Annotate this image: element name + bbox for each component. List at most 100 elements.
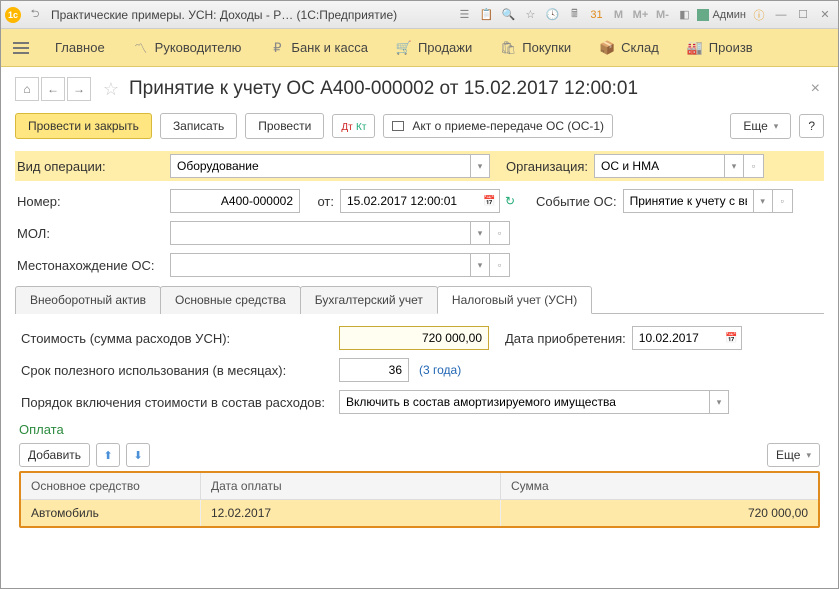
open-icon[interactable]: ▫ [490, 253, 510, 277]
event-input[interactable] [623, 189, 753, 213]
toolbar: Провести и закрыть Записать Провести Дт … [15, 113, 824, 139]
home-button[interactable]: ⌂ [15, 77, 39, 101]
calendar-icon[interactable]: 31 [587, 6, 605, 24]
factory-icon: 🏭 [687, 40, 703, 56]
op-type-input[interactable] [170, 154, 470, 178]
tab-accounting[interactable]: Бухгалтерский учет [300, 286, 438, 314]
location-label: Местонахождение ОС: [15, 258, 170, 273]
tool-icon[interactable]: 🔍 [499, 6, 517, 24]
row-mol: МОЛ: ▾ ▫ [15, 221, 824, 245]
tab-content-usn: Стоимость (сумма расходов УСН): Дата при… [15, 314, 824, 534]
cell-date: 12.02.2017 [201, 500, 501, 526]
include-input[interactable] [339, 390, 709, 414]
m-icon[interactable]: M- [653, 6, 671, 24]
printer-icon [392, 121, 404, 131]
help-button[interactable]: ? [799, 114, 824, 138]
payment-toolbar: Добавить ⬆ ⬇ Еще [19, 443, 820, 467]
save-button[interactable]: Записать [160, 113, 237, 139]
maximize-icon[interactable]: ☐ [794, 6, 812, 24]
title-bar: 1c ⮌ Практические примеры. УСН: Доходы -… [1, 1, 838, 29]
payment-section-title: Оплата [19, 422, 820, 437]
calculator-icon[interactable]: 🖩 [565, 6, 583, 24]
tab-tax-usn[interactable]: Налоговый учет (УСН) [437, 286, 592, 314]
col-sum[interactable]: Сумма [501, 473, 818, 499]
cost-label: Стоимость (сумма расходов УСН): [19, 331, 339, 346]
useful-life-input[interactable] [339, 358, 409, 382]
nav-sales[interactable]: 🛒Продажи [382, 29, 486, 67]
star-icon[interactable]: ☆ [99, 77, 123, 101]
tabs: Внеоборотный актив Основные средства Бух… [15, 285, 824, 314]
dropdown-icon[interactable]: ▾ [724, 154, 744, 178]
mol-label: МОЛ: [15, 226, 170, 241]
post-button[interactable]: Провести [245, 113, 324, 139]
col-asset[interactable]: Основное средство [21, 473, 201, 499]
event-label: Событие ОС: [520, 194, 623, 209]
acq-date-input[interactable] [632, 326, 722, 350]
move-up-button[interactable]: ⬆ [96, 443, 120, 467]
number-input[interactable] [170, 189, 300, 213]
dropdown-icon[interactable]: ▾ [470, 253, 490, 277]
date-input[interactable] [340, 189, 480, 213]
refresh-icon[interactable]: ↻ [500, 194, 520, 208]
minimize-icon[interactable]: — [772, 6, 790, 24]
print-act-button[interactable]: Акт о приеме-передаче ОС (ОС-1) [383, 114, 613, 138]
org-label: Организация: [490, 159, 594, 174]
nav-warehouse[interactable]: 📦Склад [585, 29, 673, 67]
nav-bank[interactable]: ₽Банк и касса [255, 29, 382, 67]
calendar-picker-icon[interactable]: 📅 [480, 189, 500, 213]
m-minus-icon[interactable]: M [609, 6, 627, 24]
dt-kt-button[interactable]: Дт Кт [332, 114, 375, 138]
row-location: Местонахождение ОС: ▾ ▫ [15, 253, 824, 277]
payment-table: Основное средство Дата оплаты Сумма Авто… [19, 471, 820, 528]
more-button[interactable]: Еще [730, 113, 791, 139]
col-date[interactable]: Дата оплаты [201, 473, 501, 499]
nav-production[interactable]: 🏭Произв [673, 29, 767, 67]
back-button[interactable]: ← [41, 77, 65, 101]
open-icon[interactable]: ▫ [490, 221, 510, 245]
dropdown-icon[interactable]: ▾ [753, 189, 773, 213]
row-useful-life: Срок полезного использования (в месяцах)… [19, 358, 820, 382]
org-input[interactable] [594, 154, 724, 178]
menu-button[interactable] [7, 34, 35, 62]
tool-icon[interactable]: ☰ [455, 6, 473, 24]
app-logo-icon: 1c [5, 7, 21, 23]
user-label[interactable]: Админ [697, 9, 746, 21]
open-icon[interactable]: ▫ [773, 189, 793, 213]
table-row[interactable]: Автомобиль 12.02.2017 720 000,00 [21, 500, 818, 526]
tab-fixed-assets[interactable]: Основные средства [160, 286, 301, 314]
m-plus-icon[interactable]: M+ [631, 6, 649, 24]
nav-manager[interactable]: 〽Руководителю [119, 29, 256, 67]
more-button[interactable]: Еще [767, 443, 820, 467]
tab-noncurrent-asset[interactable]: Внеоборотный актив [15, 286, 161, 314]
dropdown-icon[interactable]: ▾ [470, 221, 490, 245]
header-row: ⌂ ← → ☆ Принятие к учету ОС А400-000002 … [15, 77, 824, 101]
dropdown-icon[interactable]: ▾ [709, 390, 729, 414]
post-and-close-button[interactable]: Провести и закрыть [15, 113, 152, 139]
close-window-icon[interactable]: ✕ [816, 6, 834, 24]
nav-purchases[interactable]: 🛍Покупки [486, 29, 585, 67]
tool-icon[interactable]: 📋 [477, 6, 495, 24]
add-button[interactable]: Добавить [19, 443, 90, 467]
move-down-button[interactable]: ⬇ [126, 443, 150, 467]
location-input[interactable] [170, 253, 470, 277]
panels-icon[interactable]: ◧ [675, 6, 693, 24]
calendar-picker-icon[interactable]: 📅 [722, 326, 742, 350]
forward-button[interactable]: → [67, 77, 91, 101]
history-back-icon[interactable]: ⮌ [26, 6, 44, 24]
window-title: Практические примеры. УСН: Доходы - Р… (… [45, 8, 403, 22]
favorite-icon[interactable]: ☆ [521, 6, 539, 24]
tool-icon[interactable]: 🕓 [543, 6, 561, 24]
mol-input[interactable] [170, 221, 470, 245]
include-label: Порядок включения стоимости в состав рас… [19, 395, 339, 410]
cost-input[interactable] [339, 326, 489, 350]
dropdown-icon[interactable]: ▾ [470, 154, 490, 178]
chart-icon: 〽 [133, 40, 149, 56]
close-page-icon[interactable]: × [807, 80, 824, 98]
nav-main[interactable]: Главное [41, 29, 119, 67]
box-icon: 📦 [599, 40, 615, 56]
info-icon[interactable]: ⓘ [750, 6, 768, 24]
number-label: Номер: [15, 194, 170, 209]
nav-bar: Главное 〽Руководителю ₽Банк и касса 🛒Про… [1, 29, 838, 67]
useful-life-hint[interactable]: (3 года) [409, 363, 461, 377]
open-icon[interactable]: ▫ [744, 154, 764, 178]
